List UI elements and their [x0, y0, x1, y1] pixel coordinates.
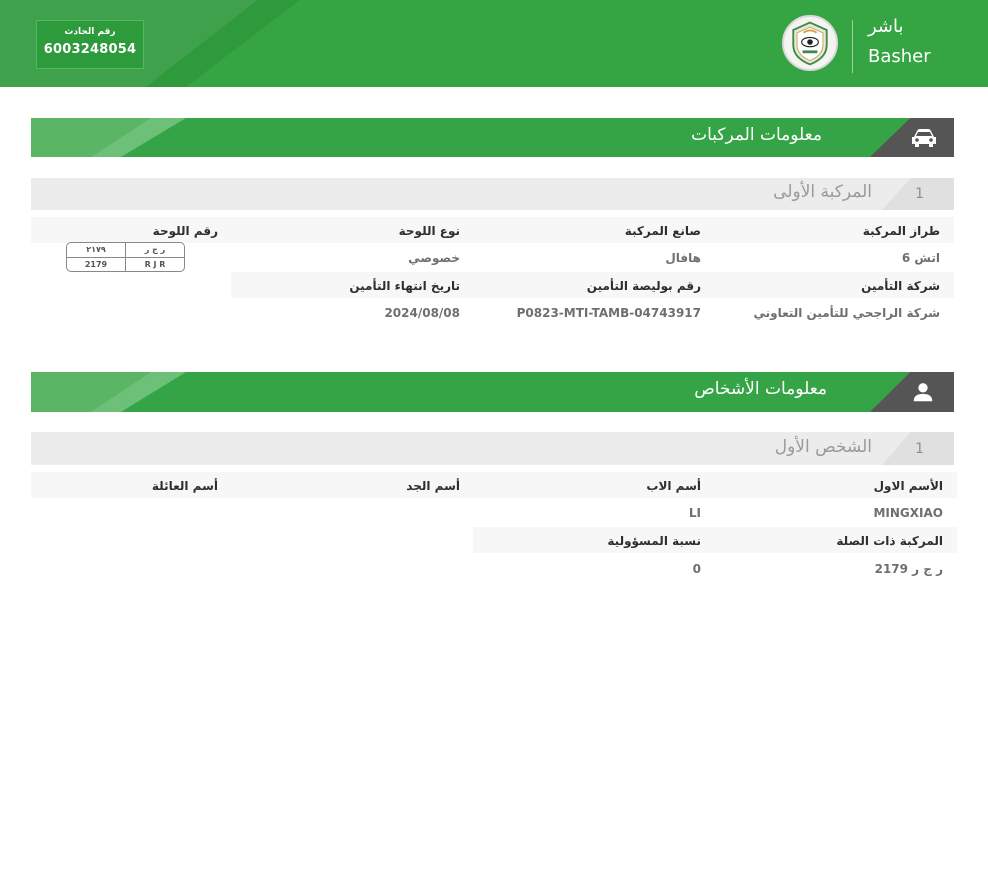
persons-section-header: معلومات الأشخاص	[31, 372, 954, 412]
father-name-value: LI	[688, 506, 701, 520]
header-divider	[852, 20, 853, 73]
policy-number-label: رقم بوليصة التأمين	[586, 279, 701, 293]
accident-number-value: 6003248054	[43, 42, 137, 57]
vehicle-maker-value: هافال	[665, 251, 701, 265]
plate-letters-arabic: ر ج ر	[144, 245, 166, 254]
liability-value: 0	[692, 562, 701, 576]
plate-divider-horizontal	[67, 257, 184, 258]
person-title: الشخص الأول	[774, 437, 872, 457]
brand-name-arabic: باشر	[868, 16, 904, 37]
vehicles-section-title: معلومات المركبات	[691, 125, 822, 145]
persons-icon-box	[870, 372, 954, 412]
policy-number-value: P0823-MTI-TAMB-04743917	[516, 306, 701, 320]
vehicle-maker-label: صانع المركبة	[624, 224, 701, 238]
vehicle-1-header: 1 المركبة الأولى	[31, 178, 954, 210]
plate-number-label: رقم اللوحة	[152, 224, 218, 238]
brand-name-english: Basher	[868, 46, 931, 67]
persons-section-title: معلومات الأشخاص	[694, 379, 827, 399]
plate-numbers-english: 2179	[84, 260, 108, 269]
vehicle-title: المركبة الأولى	[773, 182, 872, 202]
first-name-label: الأسم الاول	[873, 479, 943, 493]
first-name-value: MINGXIAO	[873, 506, 943, 520]
vehicles-icon-box	[870, 118, 954, 157]
plate-type-value: خصوصي	[408, 251, 460, 265]
person-icon	[913, 383, 933, 402]
vehicle-index: 1	[915, 186, 924, 202]
license-plate: ر ج ر ٢١٧٩ R J R 2179	[66, 242, 185, 272]
insurer-value: شركة الراجحي للتأمين التعاوني	[753, 306, 940, 320]
accident-number-label: رقم الحادث	[64, 27, 116, 37]
related-vehicle-value: ر ج ر 2179	[874, 562, 943, 576]
vehicles-section-header: معلومات المركبات	[31, 118, 954, 157]
person-1-header: 1 الشخص الأول	[31, 432, 954, 465]
app-header: رقم الحادث 6003248054 باشر Basher	[0, 0, 988, 87]
grandfather-name-label: أسم الجد	[406, 479, 460, 493]
family-name-label: أسم العائلة	[151, 479, 218, 493]
liability-label: نسبة المسؤولية	[607, 534, 701, 548]
insurer-label: شركة التأمين	[861, 279, 940, 293]
insurance-expiry-label: تاريخ انتهاء التأمين	[349, 279, 460, 293]
traffic-police-logo-icon	[782, 15, 838, 71]
insurance-expiry-value: 2024/08/08	[384, 306, 460, 320]
related-vehicle-label: المركبة ذات الصلة	[836, 534, 943, 548]
vehicle-model-value: اتش 6	[901, 251, 940, 265]
accident-number-box: رقم الحادث 6003248054	[36, 20, 144, 69]
person-index: 1	[915, 441, 924, 457]
father-name-label: أسم الاب	[646, 479, 701, 493]
plate-numbers-arabic: ٢١٧٩	[86, 245, 106, 254]
vehicle-model-label: طراز المركبة	[862, 224, 940, 238]
plate-letters-english: R J R	[144, 260, 166, 269]
car-icon	[912, 129, 936, 147]
plate-type-label: نوع اللوحة	[398, 224, 460, 238]
